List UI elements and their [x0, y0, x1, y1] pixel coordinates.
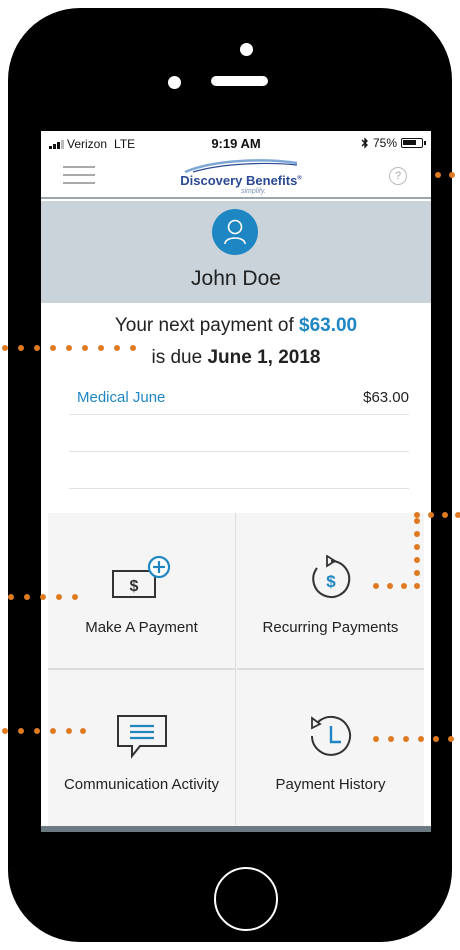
recurring-payment-icon: $: [311, 555, 350, 598]
battery-info: 75%: [361, 136, 426, 150]
tile-label: Communication Activity: [63, 776, 220, 793]
plan-amount: $63.00: [363, 389, 409, 406]
front-camera: [240, 43, 253, 56]
user-icon: [224, 219, 246, 245]
next-payment-text: Your next payment of $63.00: [41, 315, 431, 337]
logo-registered-mark: ®: [297, 175, 302, 182]
list-divider: [69, 451, 409, 452]
nav-bar: Discovery Benefits® simplify. ?: [41, 155, 431, 199]
app-screen: Verizon LTE 9:19 AM 75% Discovery Benefi…: [41, 131, 431, 832]
next-payment-amount: $63.00: [299, 315, 358, 336]
due-date: June 1, 2018: [207, 347, 321, 368]
chat-bubble-icon: [116, 715, 167, 759]
plan-row-medical[interactable]: Medical June $63.00: [69, 386, 409, 415]
help-icon[interactable]: ?: [389, 167, 407, 185]
tile-label: Recurring Payments: [262, 619, 399, 636]
logo-swoosh-icon: [184, 159, 298, 173]
bottom-bar: [41, 826, 431, 832]
due-prefix: is due: [151, 347, 208, 368]
profile-header: John Doe: [41, 201, 431, 303]
tile-label: Make A Payment: [85, 619, 198, 636]
user-name: John Doe: [191, 267, 281, 290]
logo-text: Discovery Benefits®: [180, 173, 302, 188]
discovery-benefits-logo: Discovery Benefits® simplify.: [171, 157, 311, 197]
tile-label: Payment History: [275, 776, 386, 793]
make-payment-tile[interactable]: $ Make A Payment: [48, 513, 236, 670]
action-grid: $ Make A Payment $ Recurring Payments Co…: [48, 513, 424, 826]
bluetooth-icon: [361, 137, 368, 149]
payment-history-tile[interactable]: Payment History: [237, 670, 424, 825]
next-payment-prefix: Your next payment of: [114, 315, 299, 336]
battery-percent: 75%: [372, 136, 397, 150]
payment-add-icon: $: [111, 555, 170, 598]
communication-activity-tile[interactable]: Communication Activity: [48, 670, 236, 825]
history-clock-icon: [310, 715, 351, 756]
battery-icon: [401, 138, 426, 148]
plan-name[interactable]: Medical June: [77, 389, 165, 406]
status-bar: Verizon LTE 9:19 AM 75%: [41, 131, 431, 155]
logo-tagline: simplify.: [241, 188, 266, 195]
hamburger-menu-icon[interactable]: [63, 166, 95, 186]
svg-text:$: $: [326, 572, 336, 591]
avatar[interactable]: [212, 209, 258, 255]
proximity-sensor: [168, 76, 181, 89]
earpiece-speaker: [211, 76, 268, 86]
recurring-payments-tile[interactable]: $ Recurring Payments: [237, 513, 424, 670]
home-button[interactable]: [214, 867, 278, 931]
svg-text:$: $: [129, 578, 138, 595]
list-divider: [69, 488, 409, 489]
